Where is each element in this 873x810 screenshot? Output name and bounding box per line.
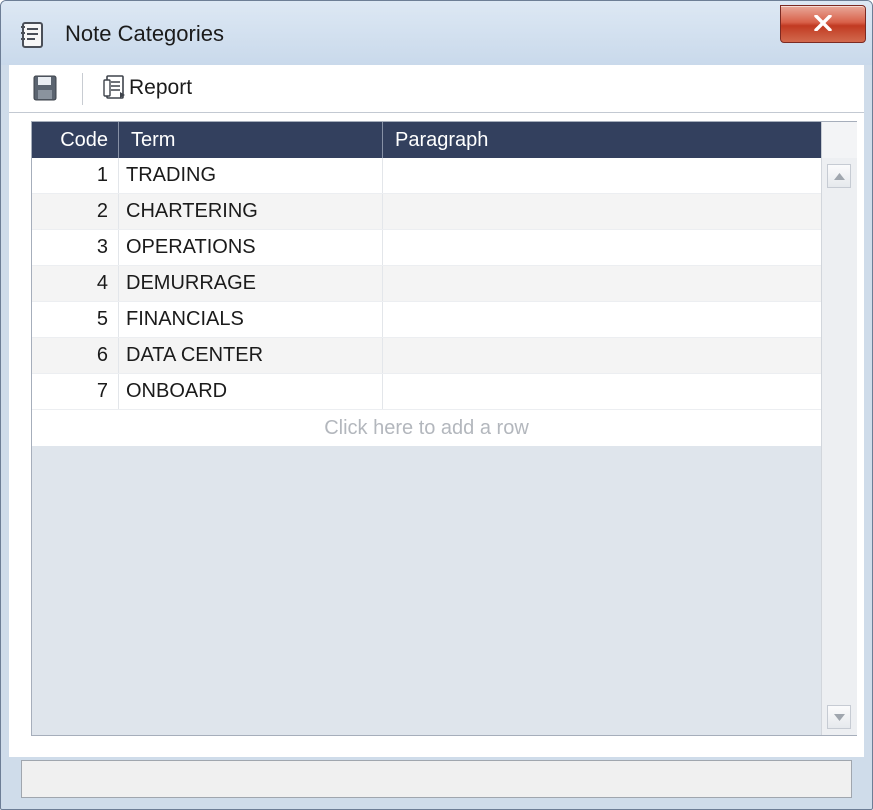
table-row[interactable]: 3 OPERATIONS (32, 230, 821, 266)
note-categories-window: Note Categories Report Code Term Paragra… (0, 0, 873, 810)
report-document-icon (103, 75, 125, 99)
cell-term[interactable]: OPERATIONS (119, 230, 383, 265)
grid-rows: 1 TRADING 2 CHARTERING 3 OPERATIONS 4 DE… (32, 158, 821, 446)
cell-term[interactable]: TRADING (119, 158, 383, 193)
arrow-up-icon (834, 173, 845, 180)
add-row-prompt[interactable]: Click here to add a row (32, 410, 821, 446)
table-row[interactable]: 2 CHARTERING (32, 194, 821, 230)
column-header-term[interactable]: Term (119, 122, 383, 158)
cell-term[interactable]: CHARTERING (119, 194, 383, 229)
vertical-scrollbar[interactable] (821, 158, 857, 735)
table-row[interactable]: 5 FINANCIALS (32, 302, 821, 338)
grid-header-corner (821, 122, 857, 158)
cell-code[interactable]: 5 (32, 302, 119, 337)
title-bar[interactable]: Note Categories (1, 1, 872, 65)
table-row[interactable]: 7 ONBOARD (32, 374, 821, 410)
close-x-icon (814, 15, 832, 31)
table-row[interactable]: 6 DATA CENTER (32, 338, 821, 374)
table-row[interactable]: 1 TRADING (32, 158, 821, 194)
cell-code[interactable]: 1 (32, 158, 119, 193)
window-title: Note Categories (65, 21, 224, 46)
cell-code[interactable]: 4 (32, 266, 119, 301)
cell-term[interactable]: FINANCIALS (119, 302, 383, 337)
close-button[interactable] (780, 5, 866, 43)
scroll-up-button[interactable] (827, 164, 851, 188)
cell-code[interactable]: 3 (32, 230, 119, 265)
status-bar (21, 760, 852, 798)
note-categories-grid: Code Term Paragraph 1 TRADING 2 CHARTERI… (31, 121, 857, 736)
grid-header: Code Term Paragraph (32, 122, 821, 158)
cell-code[interactable]: 2 (32, 194, 119, 229)
cell-term[interactable]: DATA CENTER (119, 338, 383, 373)
arrow-down-icon (834, 714, 845, 721)
report-label: Report (129, 76, 193, 99)
column-header-paragraph[interactable]: Paragraph (383, 122, 821, 158)
table-row[interactable]: 4 DEMURRAGE (32, 266, 821, 302)
cell-code[interactable]: 7 (32, 374, 119, 409)
cell-code[interactable]: 6 (32, 338, 119, 373)
content-area: Code Term Paragraph 1 TRADING 2 CHARTERI… (9, 113, 864, 757)
cell-paragraph[interactable] (383, 302, 821, 337)
cell-paragraph[interactable] (383, 230, 821, 265)
toolbar: Report (9, 65, 864, 113)
cell-paragraph[interactable] (383, 158, 821, 193)
column-header-code[interactable]: Code (32, 122, 119, 158)
scroll-down-button[interactable] (827, 705, 851, 729)
notes-document-icon (21, 22, 43, 48)
cell-term[interactable]: DEMURRAGE (119, 266, 383, 301)
floppy-disk-icon[interactable] (33, 75, 57, 101)
cell-paragraph[interactable] (383, 338, 821, 373)
report-button[interactable]: Report (101, 71, 192, 105)
cell-paragraph[interactable] (383, 194, 821, 229)
cell-paragraph[interactable] (383, 374, 821, 409)
cell-term[interactable]: ONBOARD (119, 374, 383, 409)
cell-paragraph[interactable] (383, 266, 821, 301)
toolbar-separator (82, 73, 83, 105)
